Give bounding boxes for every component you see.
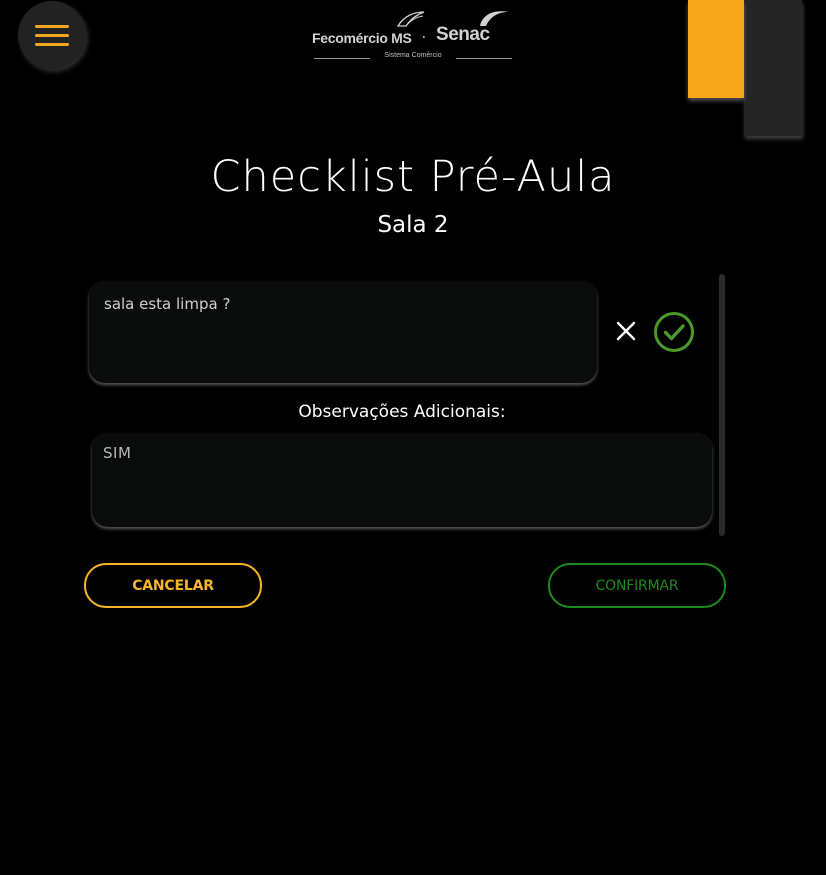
page-title: Checklist Pré-Aula [210, 152, 616, 202]
menu-button[interactable] [18, 1, 86, 69]
scrollbar[interactable] [719, 274, 725, 536]
logo-brand-row: Fecomércio MS · Senac [312, 24, 490, 46]
logo-fecomercio: Fecomércio MS [312, 30, 412, 46]
check-circle-icon [654, 312, 694, 352]
logo-senac: Senac [436, 24, 490, 45]
observations-label: Observações Adicionais: [298, 402, 506, 422]
accept-button[interactable] [653, 311, 695, 353]
confirm-button[interactable]: CONFIRMAR [548, 563, 726, 608]
corner-decoration-dark [744, 0, 802, 136]
question-card: sala esta limpa ? [89, 281, 597, 383]
logo-divider-right [456, 58, 512, 59]
page-subtitle: Sala 2 [377, 212, 449, 238]
hamburger-menu-icon [35, 24, 69, 28]
hamburger-menu-icon-bar [35, 42, 69, 46]
reject-button[interactable] [610, 314, 642, 348]
logo-separator: · [421, 30, 427, 46]
corner-decoration-yellow [688, 0, 744, 98]
close-x-icon [616, 321, 636, 341]
logo-divider-left [314, 58, 370, 59]
logo: Fecomércio MS · Senac Sistema Comércio [312, 6, 514, 64]
cancel-button[interactable]: CANCELAR [84, 563, 262, 608]
observations-value: SIM [103, 444, 132, 462]
observations-field[interactable]: SIM [92, 433, 712, 527]
page: Fecomércio MS · Senac Sistema Comércio C… [0, 0, 826, 875]
question-text: sala esta limpa ? [104, 295, 231, 313]
logo-tagline: Sistema Comércio [384, 52, 442, 59]
hamburger-menu-icon-bar [35, 33, 69, 37]
